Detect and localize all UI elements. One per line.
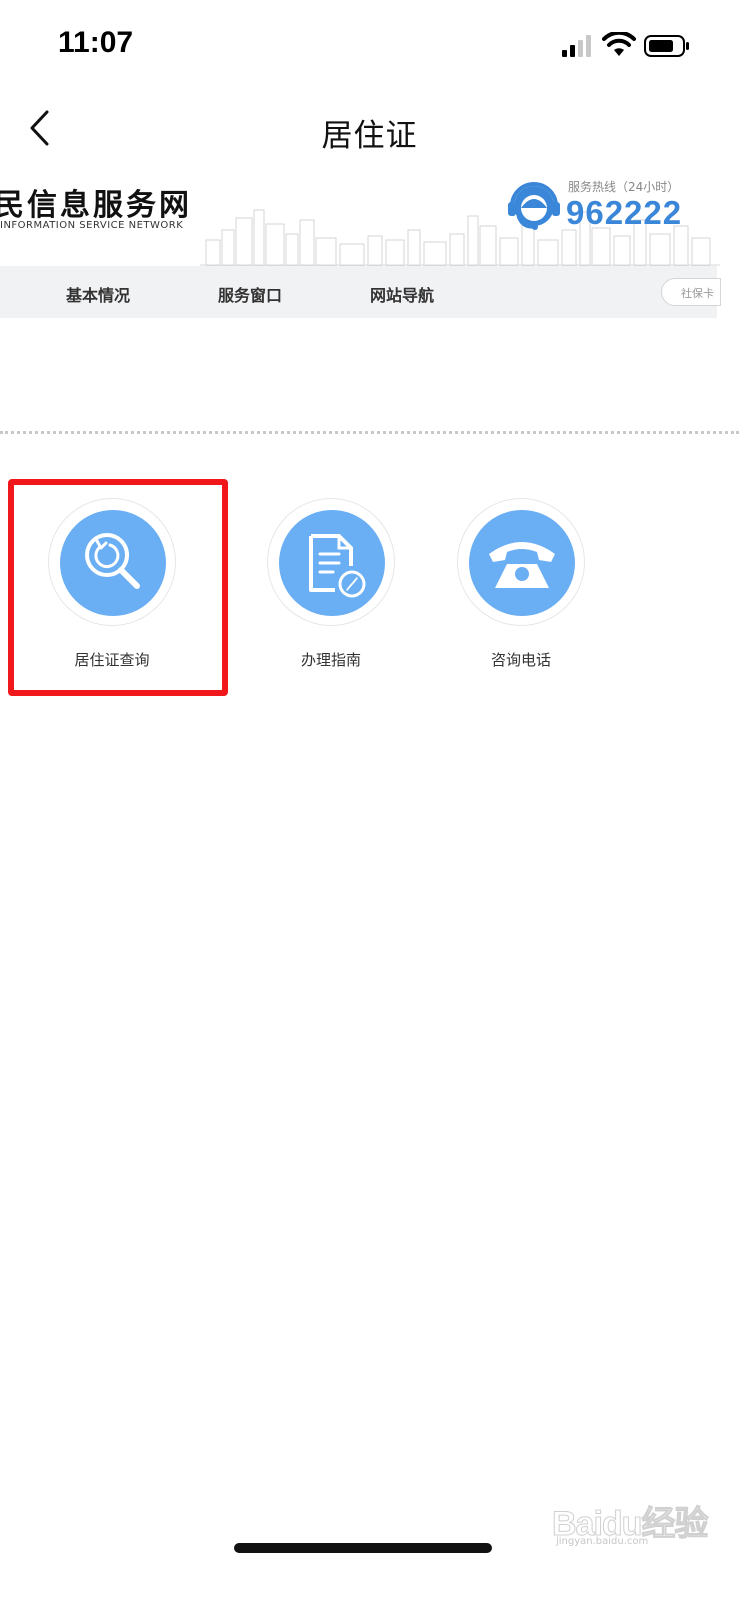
telephone-icon — [489, 542, 555, 588]
status-bar: 11:07 — [0, 0, 739, 92]
icon-circle — [469, 510, 575, 616]
hotline-number[interactable]: 962222 — [566, 194, 682, 232]
document-compass-icon — [309, 534, 366, 598]
page-title: 居住证 — [321, 118, 418, 154]
highlight-annotation-box — [8, 479, 228, 696]
home-indicator[interactable] — [234, 1543, 492, 1553]
nav-bar: 居住证 — [0, 92, 739, 170]
site-name-en: INFORMATION SERVICE NETWORK — [0, 220, 184, 231]
menu-item-basic-info[interactable]: 基本情况 — [66, 282, 130, 306]
headset-agent-icon — [508, 182, 560, 230]
wifi-icon — [602, 32, 636, 56]
icon-ring — [267, 498, 395, 626]
site-menu-bar: 基本情况 服务窗口 网站导航 社保卡 — [0, 266, 721, 318]
search-input[interactable]: 社保卡 — [661, 278, 721, 306]
site-name: 民信息服务网 — [0, 188, 192, 223]
hotline-label: 服务热线（24小时） — [568, 180, 680, 194]
menu-item-service-window[interactable]: 服务窗口 — [218, 282, 282, 306]
site-header: 民信息服务网 INFORMATION SERVICE NETWORK 服务热线（… — [0, 170, 739, 270]
signal-bars-icon — [562, 35, 591, 57]
watermark-url: jingyan.baidu.com — [556, 1536, 649, 1547]
dotted-divider — [0, 431, 739, 434]
menu-item-site-navigation[interactable]: 网站导航 — [370, 282, 434, 306]
watermark: Baidu经验 jingyan.baidu.com — [551, 1490, 708, 1550]
status-time: 11:07 — [58, 26, 134, 59]
battery-icon — [644, 35, 689, 57]
icon-ring — [457, 498, 585, 626]
service-label: 办理指南 — [300, 651, 361, 669]
icon-circle — [279, 510, 385, 616]
service-label: 咨询电话 — [490, 651, 551, 669]
